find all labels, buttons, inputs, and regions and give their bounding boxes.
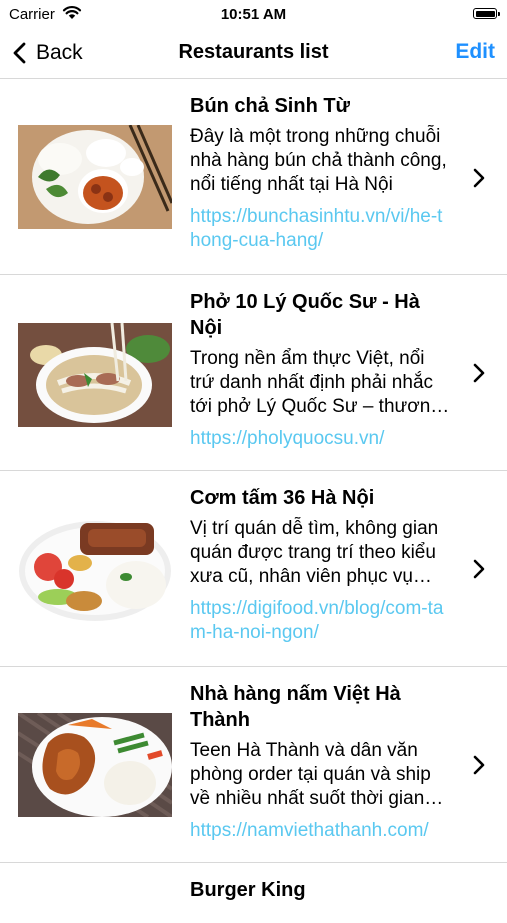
restaurant-link[interactable]: https://digifood.vn/blog/com-tam-ha-noi-… [190,597,451,645]
restaurant-image [18,323,172,427]
restaurant-name: Phở 10 Lý Quốc Sư - Hà Nội [190,291,420,339]
page-title: Restaurants list [178,41,329,63]
restaurant-info: Nhà hàng nấm Việt Hà Thành Teen Hà Thành… [190,681,451,843]
restaurant-image [18,713,172,817]
edit-button[interactable]: Edit [455,40,495,64]
restaurant-info: Cơm tấm 36 Hà Nội Vị trí quán dễ tìm, kh… [190,485,451,645]
restaurant-info: Bún chả Sinh Từ Đây là một trong những c… [190,93,451,253]
restaurant-description: Vị trí quán dễ tìm, không gian quán được… [190,518,439,587]
chevron-right-icon [473,168,485,188]
restaurant-list: Bún chả Sinh Từ Đây là một trong những c… [0,79,507,923]
status-bar: Carrier 10:51 AM [0,0,507,30]
list-item[interactable]: Nhà hàng nấm Việt Hà Thành Teen Hà Thành… [0,667,507,863]
restaurant-description: Đây là một trong những chuỗi nhà hàng bú… [190,126,447,195]
restaurant-link[interactable]: https://bunchasinhtu.vn/vi/he-thong-cua-… [190,205,451,253]
restaurant-description: Trong nền ẩm thực Việt, nổi trứ danh nhấ… [190,348,441,417]
restaurant-name: Burger King [190,879,306,901]
restaurant-info: Burger King [190,877,451,903]
restaurant-description: Teen Hà Thành và dân văn phòng order tại… [190,740,431,809]
restaurant-name: Bún chả Sinh Từ [190,95,351,117]
list-item[interactable]: Cơm tấm 36 Hà Nội Vị trí quán dễ tìm, kh… [0,471,507,667]
restaurant-link[interactable]: https://namviethathanh.com/ [190,819,451,843]
list-item[interactable]: Bún chả Sinh Từ Đây là một trong những c… [0,79,507,275]
restaurant-link[interactable]: https://pholyquocsu.vn/ [190,427,451,451]
restaurant-image [18,125,172,229]
restaurant-name: Cơm tấm 36 Hà Nội [190,487,375,509]
restaurant-image [18,517,172,621]
navigation-bar: Back Restaurants list Edit [0,30,507,79]
chevron-right-icon [473,363,485,383]
chevron-right-icon [473,559,485,579]
battery-icon [473,8,500,19]
restaurant-name: Nhà hàng nấm Việt Hà Thành [190,683,401,731]
chevron-right-icon [473,755,485,775]
restaurant-info: Phở 10 Lý Quốc Sư - Hà Nội Trong nền ẩm … [190,289,451,451]
clock: 10:51 AM [220,6,287,23]
list-item[interactable]: Burger King [0,863,507,923]
list-item[interactable]: Phở 10 Lý Quốc Sư - Hà Nội Trong nền ẩm … [0,275,507,471]
